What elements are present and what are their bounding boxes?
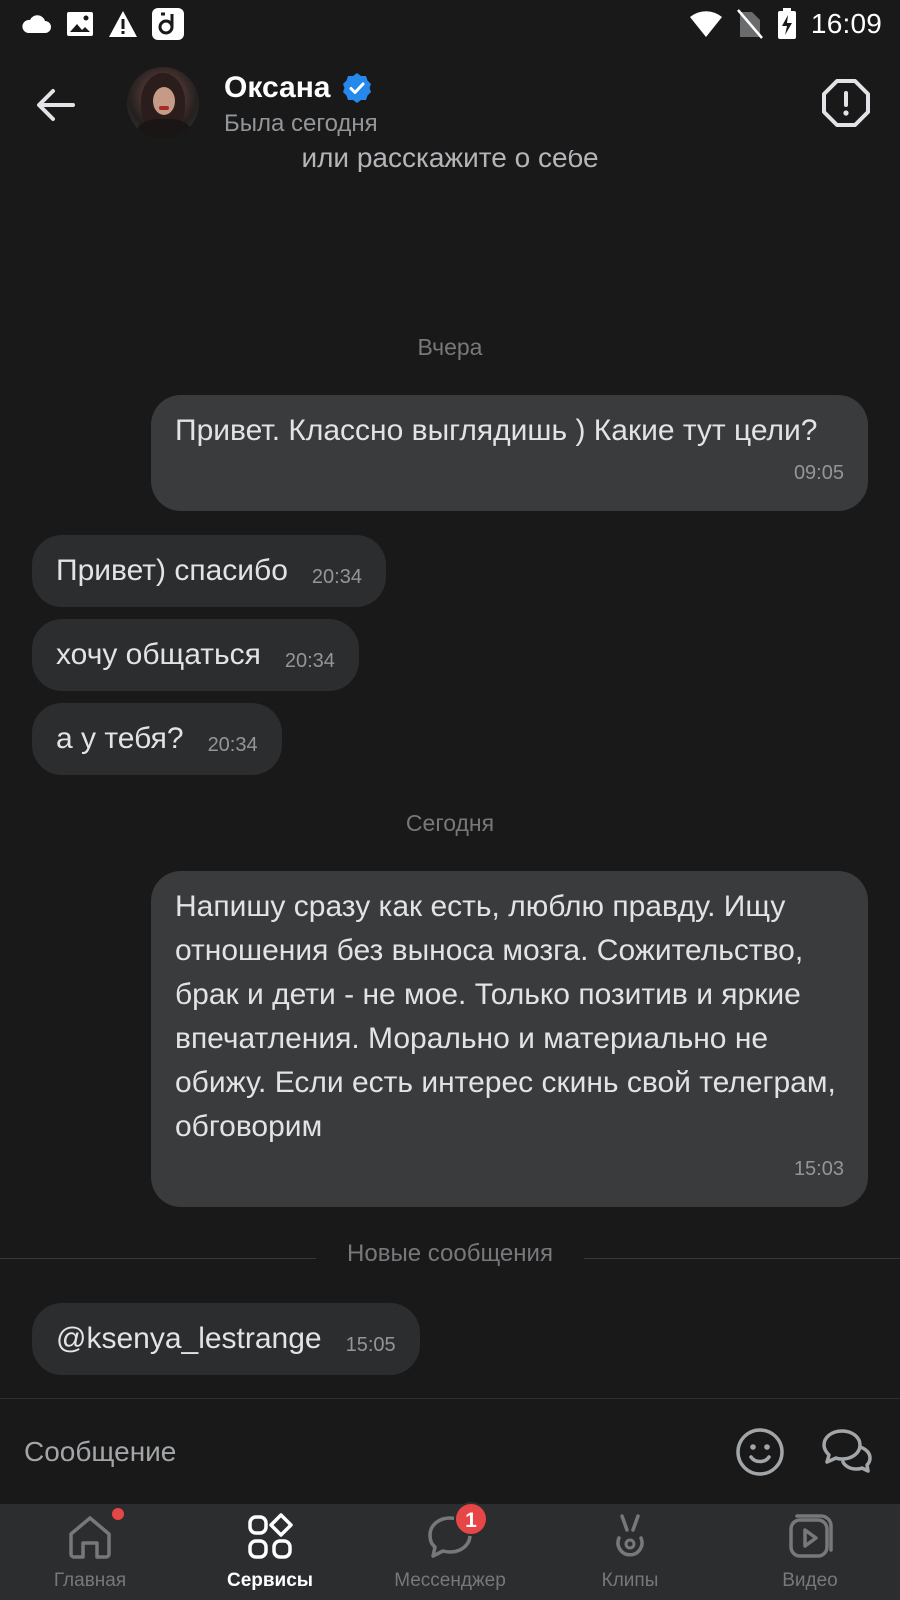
back-button[interactable] <box>30 83 80 127</box>
message-input[interactable] <box>24 1430 684 1474</box>
home-icon <box>69 1516 111 1559</box>
tab-services[interactable]: Сервисы <box>180 1504 360 1600</box>
contact-name: Оксана <box>224 71 331 104</box>
incoming-message[interactable]: а у тебя? 20:34 <box>32 703 282 775</box>
image-icon <box>66 11 94 37</box>
date-separator: Вчера <box>417 334 483 360</box>
message-time: 09:05 <box>793 462 844 484</box>
tab-label: Главная <box>53 1570 127 1591</box>
report-button[interactable] <box>820 77 872 129</box>
contact-name-row[interactable]: Оксана <box>224 71 373 105</box>
message-time: 20:34 <box>207 734 258 756</box>
tab-label: Клипы <box>601 1570 659 1591</box>
message-time: 15:03 <box>793 1158 844 1180</box>
contact-status: Была сегодня <box>224 110 378 137</box>
message-composer <box>0 1400 900 1504</box>
message-time: 15:05 <box>345 1334 396 1356</box>
status-bar: 16:09 <box>0 0 900 50</box>
emoji-button[interactable] <box>734 1426 786 1478</box>
outgoing-message[interactable]: Привет. Классно выглядишь ) Какие тут це… <box>151 395 868 511</box>
composer-divider <box>0 1398 900 1399</box>
message-text: Привет) спасибо <box>56 554 288 587</box>
cloud-icon <box>20 13 52 35</box>
notification-dot <box>112 1508 124 1520</box>
incoming-message[interactable]: хочу общаться 20:34 <box>32 619 359 691</box>
message-text: @ksenya_lestrange <box>56 1322 322 1355</box>
incoming-message[interactable]: Привет) спасибо 20:34 <box>32 535 386 607</box>
verified-icon <box>342 73 371 103</box>
chat-header: Оксана Была сегодня <box>0 55 900 150</box>
message-time: 20:34 <box>284 650 335 672</box>
tab-label: Сервисы <box>226 1570 314 1591</box>
app-notification-icon <box>152 8 184 40</box>
tab-label: Видео <box>782 1570 838 1591</box>
tab-home[interactable]: Главная <box>0 1504 180 1600</box>
message-text: Привет. Классно выглядишь ) Какие тут це… <box>175 414 818 447</box>
message-text: хочу общаться <box>56 638 261 671</box>
new-messages-divider: Новые сообщения <box>0 1240 900 1270</box>
clips-icon <box>616 1514 644 1557</box>
message-text: Напишу сразу как есть, люблю правду. Ищу… <box>175 890 845 1143</box>
exclamation-octagon-icon <box>822 79 870 127</box>
no-sim-icon <box>736 9 763 39</box>
bottom-tab-bar: Главная Сервисы 1 Мессенджер Клипы Видео <box>0 1502 900 1600</box>
warning-icon <box>108 10 138 38</box>
chat-screen: 16:09 Оксана Была сегодня или расскажите… <box>0 0 900 1600</box>
services-icon <box>248 1513 293 1559</box>
message-time: 20:34 <box>311 566 362 588</box>
new-messages-label: Новые сообщения <box>347 1240 553 1267</box>
incoming-message[interactable]: @ksenya_lestrange 15:05 <box>32 1303 420 1375</box>
tab-messenger[interactable]: 1 Мессенджер <box>360 1502 540 1600</box>
video-icon <box>789 1514 833 1558</box>
chat-bubbles-icon <box>822 1429 872 1473</box>
message-text: а у тебя? <box>56 722 184 755</box>
avatar[interactable] <box>127 67 199 139</box>
arrow-left-icon <box>37 89 75 121</box>
tab-clips[interactable]: Клипы <box>540 1504 720 1600</box>
chat-bubbles-button[interactable] <box>820 1426 874 1478</box>
wifi-icon <box>689 10 723 38</box>
tab-video[interactable]: Видео <box>720 1504 900 1600</box>
date-separator: Сегодня <box>405 810 495 836</box>
unread-badge: 1 <box>454 1502 488 1536</box>
outgoing-message[interactable]: Напишу сразу как есть, люблю правду. Ищу… <box>151 871 868 1207</box>
battery-charging-icon <box>777 8 797 40</box>
smile-icon <box>736 1428 784 1476</box>
divider-line <box>584 1258 900 1259</box>
tab-label: Мессенджер <box>394 1570 506 1591</box>
status-time: 16:09 <box>810 8 882 39</box>
